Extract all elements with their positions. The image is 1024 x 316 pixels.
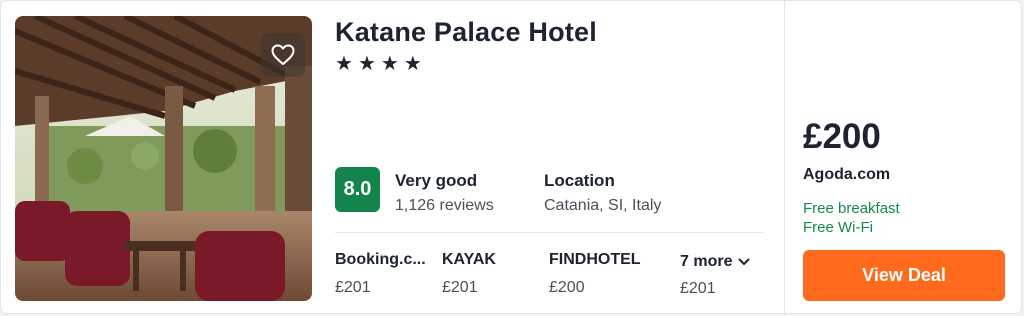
more-providers-button[interactable]: 7 more [680,253,750,271]
hotel-name[interactable]: Katane Palace Hotel [335,17,597,48]
provider-name: FINDHOTEL [549,251,641,268]
rating-label: Very good [395,171,478,190]
provider-booking[interactable]: Booking.c... £201 [335,251,426,297]
more-providers-price: £201 [680,280,716,297]
more-providers-label: 7 more [680,253,733,270]
location-value: Catania, SI, Italy [544,197,662,214]
heart-outline-icon [271,44,295,65]
star-icon: ★ [403,53,422,75]
vertical-divider [784,1,785,315]
star-rating: ★ ★ ★ ★ [335,53,422,75]
provider-name: KAYAK [442,251,496,268]
hotel-photo[interactable] [15,16,312,301]
deal-price: £200 [803,117,881,156]
star-icon: ★ [357,53,376,75]
deal-site: Agoda.com [803,166,891,183]
review-count[interactable]: 1,126 reviews [395,197,494,215]
provider-name: Booking.c... [335,251,426,268]
provider-kayak[interactable]: KAYAK £201 [442,251,496,297]
star-icon: ★ [335,53,353,75]
view-deal-button[interactable]: View Deal [803,250,1005,301]
provider-price: £200 [549,279,585,296]
provider-findhotel[interactable]: FINDHOTEL £200 [549,251,641,297]
location-label: Location [544,171,615,190]
favorite-button[interactable] [261,33,305,77]
review-score-badge: 8.0 [335,167,380,212]
hotel-result-card: Katane Palace Hotel ★ ★ ★ ★ 8.0 Very goo… [0,0,1022,315]
provider-price: £201 [335,279,371,296]
divider [335,232,763,233]
perk-free-wifi: Free Wi-Fi [803,219,873,236]
perk-free-breakfast: Free breakfast [803,200,900,217]
chevron-down-icon [738,258,750,265]
provider-price: £201 [442,279,478,296]
star-icon: ★ [380,53,399,75]
